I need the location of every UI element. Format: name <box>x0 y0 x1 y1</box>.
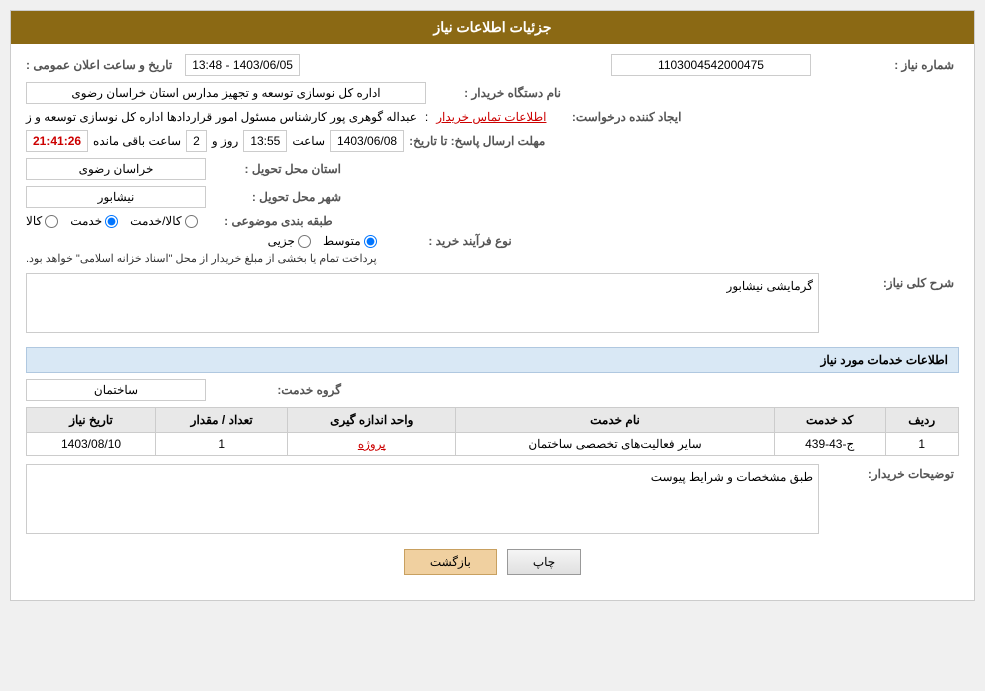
purchase-label-motaset: متوسط <box>323 234 361 248</box>
announce-dash: - <box>222 58 229 72</box>
col-date: تاریخ نیاز <box>27 408 156 433</box>
col-row: ردیف <box>885 408 958 433</box>
table-row: 1 ج-43-439 سایر فعالیت‌های تخصصی ساختمان… <box>27 433 959 456</box>
purchase-radio-motaset[interactable] <box>364 235 377 248</box>
cell-name: سایر فعالیت‌های تخصصی ساختمان <box>456 433 775 456</box>
announce-datetime-label: تاریخ و ساعت اعلان عمومی : <box>26 58 177 72</box>
service-group-value: ساختمان <box>26 379 206 401</box>
purchase-type-jozei: جزیی <box>268 234 311 248</box>
buyer-desc-label: توضیحات خریدار: <box>819 464 959 481</box>
response-time-value: 13:55 <box>243 130 287 152</box>
category-option-kala: کالا <box>26 214 58 228</box>
cell-row: 1 <box>885 433 958 456</box>
province-label: استان محل تحویل : <box>206 162 346 176</box>
city-value: نیشابور <box>26 186 206 208</box>
purchase-type-note: پرداخت تمام یا بخشی از مبلغ خریدار از مح… <box>26 252 377 265</box>
response-remaining-label: ساعت باقی مانده <box>93 134 181 148</box>
buyer-desc-container: طبق مشخصات و شرایط پیوست <box>26 464 819 534</box>
page-title: جزئیات اطلاعات نیاز <box>11 11 974 44</box>
print-button[interactable]: چاپ <box>507 549 581 575</box>
cell-date: 1403/08/10 <box>27 433 156 456</box>
category-label-khedmat: خدمت <box>70 214 102 228</box>
col-code: کد خدمت <box>774 408 885 433</box>
category-option-kala-khedmat: کالا/خدمت <box>130 214 197 228</box>
back-button[interactable]: بازگشت <box>404 549 497 575</box>
creator-separator: : <box>425 110 428 124</box>
buyer-org-label: نام دستگاه خریدار : <box>426 86 566 100</box>
province-value: خراسان رضوی <box>26 158 206 180</box>
cell-unit: پروژه <box>288 433 456 456</box>
purchase-radio-jozei[interactable] <box>298 235 311 248</box>
response-time-label: ساعت <box>292 134 325 148</box>
purchase-type-motaset: متوسط <box>323 234 377 248</box>
cell-code: ج-43-439 <box>774 433 885 456</box>
col-unit: واحد اندازه گیری <box>288 408 456 433</box>
announce-date: 1403/06/05 <box>233 58 293 72</box>
category-options: کالا/خدمت خدمت کالا <box>26 214 198 228</box>
general-desc-value: گرمایشی نیشابور <box>26 273 819 333</box>
category-radio-khedmat[interactable] <box>105 215 118 228</box>
category-radio-kala[interactable] <box>45 215 58 228</box>
category-option-khedmat: خدمت <box>70 214 118 228</box>
announce-time: 13:48 <box>192 58 222 72</box>
announce-datetime-value: 1403/06/05 - 13:48 <box>185 54 300 76</box>
creator-value: عبداله گوهری پور کارشناس مسئول امور قرار… <box>26 110 417 124</box>
col-name: نام خدمت <box>456 408 775 433</box>
response-day-label: روز و <box>212 134 239 148</box>
creator-contact-link[interactable]: اطلاعات تماس خریدار <box>436 110 546 124</box>
response-remaining-value: 21:41:26 <box>26 130 88 152</box>
purchase-type-label: نوع فرآیند خرید : <box>377 234 517 248</box>
need-number-label: شماره نیاز : <box>819 58 959 72</box>
city-label: شهر محل تحویل : <box>206 190 346 204</box>
response-date-value: 1403/06/08 <box>330 130 404 152</box>
general-desc-label: شرح کلی نیاز: <box>819 273 959 290</box>
bottom-buttons: چاپ بازگشت <box>26 549 959 575</box>
purchase-label-jozei: جزیی <box>268 234 295 248</box>
services-section-title: اطلاعات خدمات مورد نیاز <box>26 347 959 373</box>
response-days-value: 2 <box>186 130 207 152</box>
category-label-kala: کالا <box>26 214 42 228</box>
buyer-desc-value: طبق مشخصات و شرایط پیوست <box>26 464 819 534</box>
creator-label: ایجاد کننده درخواست: <box>546 110 686 124</box>
category-label-kala-khedmat: کالا/خدمت <box>130 214 181 228</box>
purchase-type-options: متوسط جزیی <box>26 234 377 248</box>
service-group-label: گروه خدمت: <box>206 383 346 397</box>
category-label: طبقه بندی موضوعی : <box>198 214 338 228</box>
need-number-value: 1103004542000475 <box>611 54 811 76</box>
services-table: ردیف کد خدمت نام خدمت واحد اندازه گیری ت… <box>26 407 959 456</box>
response-deadline-label: مهلت ارسال پاسخ: تا تاریخ: <box>409 134 550 148</box>
cell-quantity: 1 <box>156 433 288 456</box>
buyer-org-value: اداره کل نوسازی توسعه و تجهیز مدارس استا… <box>26 82 426 104</box>
col-quantity: تعداد / مقدار <box>156 408 288 433</box>
general-desc-container: گرمایشی نیشابور <box>26 273 819 337</box>
category-radio-kala-khedmat[interactable] <box>185 215 198 228</box>
